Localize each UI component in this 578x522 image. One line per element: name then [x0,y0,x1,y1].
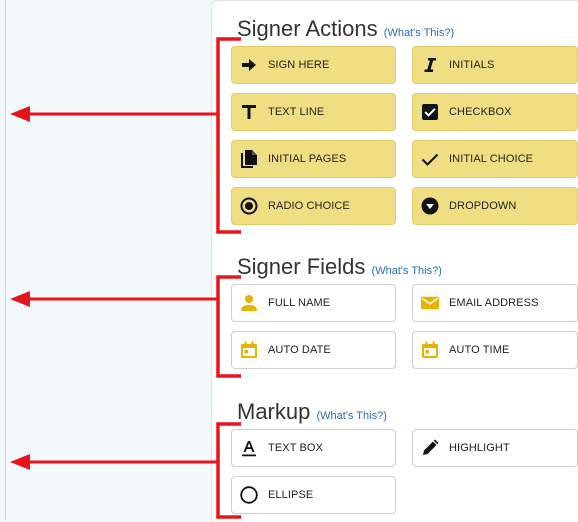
annotation-arrow [10,106,218,122]
person-icon [240,294,258,312]
full-name-button[interactable]: FULL NAME [231,284,396,322]
checkbox-icon [421,103,439,121]
dropdown-button[interactable]: DROPDOWN [412,187,578,225]
button-label: CHECKBOX [449,106,512,118]
button-label: AUTO TIME [449,344,510,356]
calendar-icon [240,341,258,359]
button-label: AUTO DATE [268,344,331,356]
button-label: INITIAL PAGES [268,153,347,165]
italic-i-icon [421,56,439,74]
button-label: HIGHLIGHT [449,442,510,454]
text-box-icon [240,439,258,457]
text-line-button[interactable]: TEXT LINE [231,93,396,131]
checkbox-button[interactable]: CHECKBOX [412,93,578,131]
button-label: SIGN HERE [268,59,330,71]
highlight-button[interactable]: HIGHLIGHT [412,429,578,467]
radio-icon [240,197,258,215]
initial-choice-button[interactable]: INITIAL CHOICE [412,140,578,178]
checkmark-icon [421,150,439,168]
markup-title: Markup [237,399,311,424]
signer-actions-help-link[interactable]: What's This? [387,27,450,39]
text-box-button[interactable]: TEXT BOX [231,429,396,467]
pen-icon [421,439,439,457]
button-label: INITIALS [449,59,495,71]
arrow-right-icon [240,56,258,74]
pages-icon [240,150,258,168]
signer-actions-title: Signer Actions [237,16,378,41]
ellipse-icon [240,486,258,504]
help-paren-close: ) [438,265,442,277]
signer-fields-help-link[interactable]: What's This? [375,265,438,277]
signer-fields-heading: Signer Fields (What's This?) [237,255,442,283]
auto-date-button[interactable]: AUTO DATE [231,331,396,369]
button-label: TEXT LINE [268,106,325,118]
markup-help-link[interactable]: What's This? [320,410,383,422]
email-address-button[interactable]: EMAIL ADDRESS [412,284,578,322]
initial-pages-button[interactable]: INITIAL PAGES [231,140,396,178]
calendar-icon [421,341,439,359]
annotation-arrow [10,291,218,307]
help-paren-close: ) [450,27,455,39]
dropdown-icon [421,197,439,215]
auto-time-button[interactable]: AUTO TIME [412,331,578,369]
button-label: ELLIPSE [268,489,314,501]
text-t-icon [240,103,258,121]
envelope-icon [421,294,439,312]
button-label: EMAIL ADDRESS [449,297,539,309]
initials-button[interactable]: INITIALS [412,46,578,84]
button-label: RADIO CHOICE [268,200,350,212]
button-label: TEXT BOX [268,442,323,454]
button-label: DROPDOWN [449,200,517,212]
ellipse-button[interactable]: ELLIPSE [231,476,396,514]
page-left-border [5,0,6,521]
markup-heading: Markup (What's This?) [237,400,387,428]
signer-fields-title: Signer Fields [237,254,366,279]
signer-actions-heading: Signer Actions (What's This?) [237,17,454,45]
sign-here-button[interactable]: SIGN HERE [231,46,396,84]
annotation-arrow [10,454,218,470]
button-label: INITIAL CHOICE [449,153,534,165]
button-label: FULL NAME [268,297,331,309]
radio-choice-button[interactable]: RADIO CHOICE [231,187,396,225]
help-paren-close: ) [383,410,387,422]
